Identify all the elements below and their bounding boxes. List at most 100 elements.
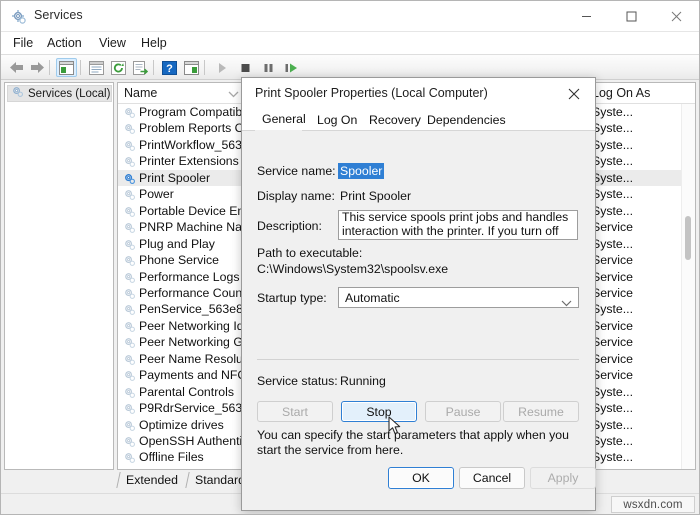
stop-service-icon[interactable]: [235, 58, 256, 77]
start-button[interactable]: Start: [257, 401, 333, 422]
resume-button[interactable]: Resume: [503, 401, 579, 422]
help-icon[interactable]: ?: [159, 58, 180, 77]
toolbar-separator-2: [80, 60, 81, 75]
list-logon-column: Syste... Syste... Syste... Syste... Syste...…: [586, 104, 695, 469]
description-label: Description:: [257, 219, 322, 233]
service-logon-as: Service: [592, 269, 634, 284]
stop-button[interactable]: Stop: [341, 401, 417, 422]
dialog-footer: OK Cancel Apply: [242, 458, 596, 510]
table-row-logon[interactable]: Syste...: [586, 384, 695, 400]
services-window: Services File Action View Help ? Service…: [0, 0, 700, 515]
table-row-logon[interactable]: Syste...: [586, 186, 695, 202]
table-row-logon[interactable]: Service: [586, 367, 695, 383]
start-service-icon[interactable]: [212, 58, 233, 77]
service-logon-as: Syste...: [592, 154, 634, 169]
pause-service-icon[interactable]: [258, 58, 279, 77]
service-status-label: Service status:: [257, 374, 338, 388]
ok-button[interactable]: OK: [388, 467, 454, 489]
service-logon-as: Syste...: [592, 203, 634, 218]
pause-button[interactable]: Pause: [425, 401, 501, 422]
restart-service-icon[interactable]: [281, 58, 302, 77]
service-name: Optimize drives: [139, 417, 224, 432]
show-hide-tree-icon[interactable]: [56, 58, 77, 77]
service-logon-as: Syste...: [592, 384, 634, 399]
table-row-logon[interactable]: Syste...: [586, 417, 695, 433]
close-icon[interactable]: [654, 1, 699, 32]
title-bar: Services: [1, 1, 699, 32]
service-name: Power: [139, 187, 174, 202]
table-row-logon[interactable]: Service: [586, 269, 695, 285]
table-row-logon[interactable]: Service: [586, 351, 695, 367]
forward-arrow-icon[interactable]: [27, 58, 48, 77]
description-field[interactable]: This service spools print jobs and handl…: [338, 210, 578, 240]
services-gear-icon: [11, 9, 27, 25]
tab-standard[interactable]: Standard: [195, 471, 245, 489]
table-row-logon[interactable]: Syste...: [586, 203, 695, 219]
tab-log-on[interactable]: Log On: [310, 109, 364, 131]
startup-type-dropdown[interactable]: Automatic: [338, 287, 579, 308]
tab-dependencies[interactable]: Dependencies: [420, 109, 513, 131]
table-row-logon[interactable]: Syste...: [586, 400, 695, 416]
service-name: Offline Files: [139, 450, 204, 465]
tab-general[interactable]: General: [255, 109, 313, 131]
cancel-button[interactable]: Cancel: [459, 467, 525, 489]
menu-view[interactable]: View: [93, 35, 132, 51]
svg-text:?: ?: [166, 63, 173, 75]
print-spooler-properties-dialog: Print Spooler Properties (Local Computer…: [241, 77, 596, 511]
service-logon-as: Service: [592, 335, 634, 350]
description-value: This service spools print jobs and handl…: [342, 210, 569, 239]
apply-button[interactable]: Apply: [530, 467, 596, 489]
display-name-label: Display name:: [257, 189, 335, 203]
service-name: Plug and Play: [139, 236, 215, 251]
minimize-icon[interactable]: [564, 1, 609, 32]
show-action-pane-icon[interactable]: [181, 58, 202, 77]
table-row-logon[interactable]: Syste...: [586, 169, 695, 187]
list-scrollbar[interactable]: [681, 104, 695, 469]
dialog-tab-strip: General Log On Recovery Dependencies: [242, 109, 595, 131]
table-row-logon[interactable]: Syste...: [586, 301, 695, 317]
table-row-logon[interactable]: Service: [586, 318, 695, 334]
section-divider: [257, 359, 579, 360]
tree-item-services-local[interactable]: Services (Local): [7, 85, 112, 102]
start-parameters-help-text: You can specify the start parameters tha…: [257, 428, 569, 457]
table-row-logon[interactable]: Syste...: [586, 153, 695, 169]
back-arrow-icon[interactable]: [6, 58, 27, 77]
table-row-logon[interactable]: Syste...: [586, 236, 695, 252]
table-row-logon[interactable]: Service: [586, 219, 695, 235]
maximize-icon[interactable]: [609, 1, 654, 32]
table-row-logon[interactable]: Syste...: [586, 120, 695, 136]
table-row-logon[interactable]: Syste...: [586, 104, 695, 120]
service-logon-as: Service: [592, 351, 634, 366]
service-logon-as: Syste...: [592, 105, 634, 119]
list-scrollbar-thumb[interactable]: [685, 216, 691, 260]
table-row-logon[interactable]: Service: [586, 252, 695, 268]
service-logon-as: Service: [592, 220, 634, 235]
menu-action[interactable]: Action: [41, 35, 88, 51]
tab-recovery[interactable]: Recovery: [362, 109, 428, 131]
table-row-logon[interactable]: Service: [586, 285, 695, 301]
tab-extended[interactable]: Extended: [126, 471, 178, 489]
table-row-logon[interactable]: Syste...: [586, 433, 695, 449]
service-logon-as: Syste...: [592, 302, 634, 317]
service-logon-as: Service: [592, 253, 634, 268]
dialog-body: Service name: Spooler Display name: Prin…: [242, 131, 595, 484]
table-row-logon[interactable]: Service: [586, 334, 695, 350]
menu-help[interactable]: Help: [135, 35, 173, 51]
column-header-name[interactable]: Name: [118, 83, 243, 103]
service-logon-as: Syste...: [592, 121, 634, 136]
service-name-value[interactable]: Spooler: [338, 163, 385, 179]
close-icon[interactable]: [553, 78, 595, 109]
menu-file[interactable]: File: [7, 35, 39, 51]
toolbar-separator-3: [153, 60, 154, 75]
table-row-logon[interactable]: Syste...: [586, 449, 695, 465]
tab-separator-2: [185, 472, 190, 488]
table-row-logon[interactable]: Syste...: [586, 466, 695, 469]
table-row-logon[interactable]: Syste...: [586, 137, 695, 153]
sort-descending-icon: [228, 85, 239, 103]
service-name: Parental Controls: [139, 384, 235, 399]
column-header-logon-as[interactable]: Log On As: [586, 83, 695, 103]
export-list-icon[interactable]: [130, 58, 151, 77]
service-logon-as: Syste...: [592, 137, 634, 152]
refresh-icon[interactable]: [108, 58, 129, 77]
properties-icon[interactable]: [86, 58, 107, 77]
